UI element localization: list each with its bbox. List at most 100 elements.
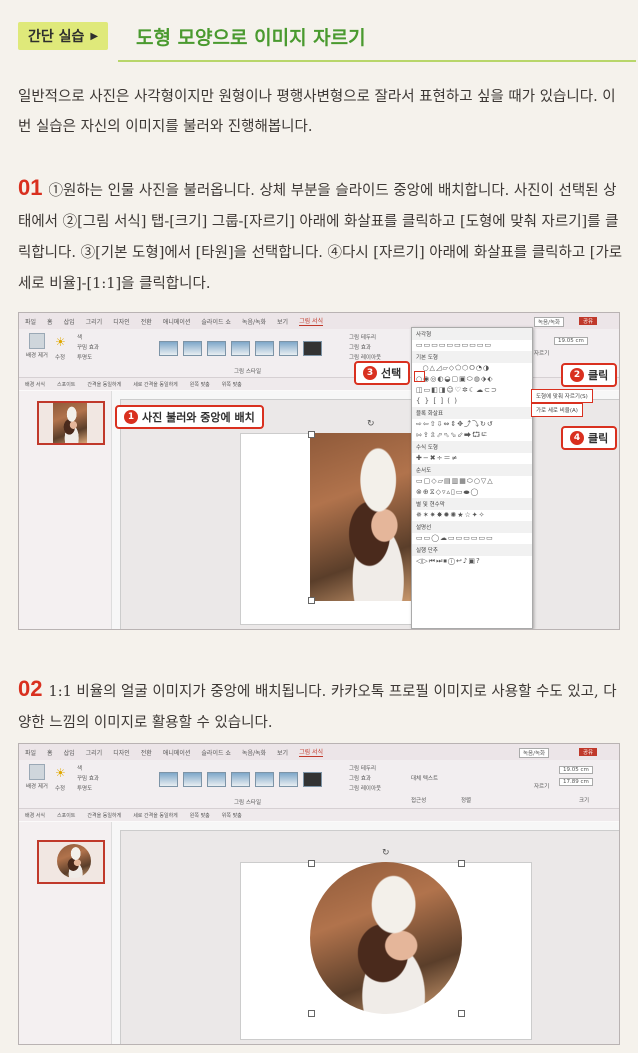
layout-button[interactable]: 그림 레이아웃 — [349, 353, 381, 361]
shape-row[interactable]: ▭▭◯☁▭▭▭▭▭▭ — [412, 533, 532, 544]
sun-icon[interactable]: ☀ — [55, 335, 66, 349]
eyedropper-button[interactable]: 스포이트 — [57, 812, 75, 819]
bg-format-button[interactable]: 배경 서식 — [25, 812, 45, 819]
resize-handle[interactable] — [308, 431, 315, 438]
style-thumb[interactable] — [207, 772, 226, 787]
alt-text-button[interactable]: 대체 텍스트 — [411, 774, 438, 782]
border-button[interactable]: 그림 테두리 — [349, 764, 376, 772]
style-thumb[interactable] — [159, 772, 178, 787]
tab-record[interactable]: 녹음/녹화 — [242, 748, 266, 757]
distribute-h-button[interactable]: 간격을 동일하게 — [87, 812, 121, 819]
style-thumb[interactable] — [255, 772, 274, 787]
align-left-button[interactable]: 왼쪽 맞춤 — [190, 381, 210, 388]
tab-record[interactable]: 녹음/녹화 — [242, 317, 266, 326]
share-button[interactable]: 공유 — [579, 748, 598, 756]
height-field[interactable]: 19.05 cm — [554, 337, 588, 345]
tab-file[interactable]: 파일 — [25, 317, 36, 326]
width-field[interactable]: 17.89 cm — [559, 778, 593, 786]
tab-design[interactable]: 디자인 — [113, 317, 130, 326]
crop-label[interactable]: 자르기 — [534, 782, 549, 790]
style-thumb[interactable] — [231, 341, 250, 356]
style-thumb[interactable] — [303, 341, 322, 356]
style-thumb[interactable] — [183, 341, 202, 356]
tab-slideshow[interactable]: 슬라이드 쇼 — [201, 317, 231, 326]
bg-format-button[interactable]: 배경 서식 — [25, 381, 45, 388]
color-button[interactable]: 색 — [77, 764, 82, 772]
resize-handle[interactable] — [458, 1010, 465, 1017]
shape-row[interactable]: ⇰⇪⇫⬀⬁⬂⬃⮕⮔⮓ — [412, 430, 532, 441]
align-top-button[interactable]: 위쪽 맞춤 — [222, 812, 242, 819]
tab-animation[interactable]: 애니메이션 — [163, 748, 191, 757]
ellipse-shape-selected[interactable] — [414, 371, 425, 382]
shape-row[interactable]: ▭▢◇▱▤▥▦⬭○▽△ — [412, 476, 532, 487]
style-thumb[interactable] — [303, 772, 322, 787]
record-button[interactable]: 녹음/녹화 — [534, 317, 565, 327]
slide-thumbnail[interactable] — [37, 401, 105, 445]
shape-row[interactable]: ✚−✖÷＝≠ — [412, 453, 532, 464]
style-thumb[interactable] — [183, 772, 202, 787]
tab-home[interactable]: 홈 — [47, 317, 53, 326]
shape-row[interactable]: ◫▭◧◨☺♡✲☾☁⊂⊃ — [412, 385, 532, 396]
slide-thumbnail[interactable] — [37, 840, 105, 884]
tab-insert[interactable]: 삽입 — [64, 748, 75, 757]
tab-view[interactable]: 보기 — [277, 317, 288, 326]
tab-home[interactable]: 홈 — [47, 748, 53, 757]
shape-row[interactable]: ✵✶✷✸✹✺★☆✦✧ — [412, 510, 532, 521]
resize-handle[interactable] — [308, 1010, 315, 1017]
eyedropper-button[interactable]: 스포이트 — [57, 381, 75, 388]
tab-view[interactable]: 보기 — [277, 748, 288, 757]
rotate-handle-icon[interactable]: ↻ — [382, 848, 390, 858]
tab-file[interactable]: 파일 — [25, 748, 36, 757]
tab-draw[interactable]: 그리기 — [86, 317, 103, 326]
resize-handle[interactable] — [308, 860, 315, 867]
height-field[interactable]: 19.05 cm — [559, 766, 593, 774]
tab-draw[interactable]: 그리기 — [86, 748, 103, 757]
tab-picture-format[interactable]: 그림 서식 — [299, 747, 324, 757]
record-button[interactable]: 녹음/녹화 — [519, 748, 550, 758]
align-left-button[interactable]: 왼쪽 맞춤 — [190, 812, 210, 819]
style-thumb[interactable] — [159, 341, 178, 356]
transparency-button[interactable]: 투명도 — [77, 784, 92, 792]
align-top-button[interactable]: 위쪽 맞춤 — [222, 381, 242, 388]
bg-remove-icon[interactable] — [29, 333, 45, 349]
art-effect-button[interactable]: 꾸밈 효과 — [77, 343, 99, 351]
shape-row[interactable]: ⊗⊕⧖◇▿▵▯▭⬬◯ — [412, 487, 532, 498]
tab-animation[interactable]: 애니메이션 — [163, 317, 191, 326]
resize-handle[interactable] — [308, 597, 315, 604]
style-thumb[interactable] — [207, 341, 226, 356]
transparency-button[interactable]: 투명도 — [77, 353, 92, 361]
tab-insert[interactable]: 삽입 — [64, 317, 75, 326]
shape-row[interactable]: ⇨⇦⇧⇩⇔⇕✥⤴⤵↻↺ — [412, 419, 532, 430]
border-button[interactable]: 그림 테두리 — [349, 333, 376, 341]
style-thumb[interactable] — [279, 341, 298, 356]
style-thumb[interactable] — [255, 341, 274, 356]
menu-crop-to-shape[interactable]: 도형에 맞춰 자르기(S) — [531, 389, 593, 403]
crop-label[interactable]: 자르기 — [534, 349, 549, 357]
tab-transition[interactable]: 전환 — [141, 748, 152, 757]
style-thumb[interactable] — [231, 772, 250, 787]
style-thumb[interactable] — [279, 772, 298, 787]
distribute-v-button[interactable]: 세로 간격을 동일하게 — [133, 381, 178, 388]
shape-row[interactable]: ○△◿▱◇⬠⬡⭘◔◑ — [412, 363, 532, 374]
tab-transition[interactable]: 전환 — [141, 317, 152, 326]
circular-portrait-photo[interactable] — [310, 862, 462, 1014]
art-effect-button[interactable]: 꾸밈 효과 — [77, 774, 99, 782]
share-button[interactable]: 공유 — [579, 317, 598, 325]
tab-slideshow[interactable]: 슬라이드 쇼 — [201, 748, 231, 757]
layout-button[interactable]: 그림 레이아웃 — [349, 784, 381, 792]
shape-row[interactable]: ▭▭▭▭▭▭▭▭▭▭ — [412, 340, 532, 351]
effect-button[interactable]: 그림 효과 — [349, 774, 371, 782]
shape-row[interactable]: { } [ ] ( ) — [412, 396, 532, 407]
resize-handle[interactable] — [458, 860, 465, 867]
rotate-handle-icon[interactable]: ↻ — [367, 419, 375, 429]
bg-remove-icon[interactable] — [29, 764, 45, 780]
menu-aspect-ratio[interactable]: 가로 세로 비율(A) — [531, 403, 583, 417]
tab-picture-format[interactable]: 그림 서식 — [299, 316, 324, 326]
distribute-h-button[interactable]: 간격을 동일하게 — [87, 381, 121, 388]
distribute-v-button[interactable]: 세로 간격을 동일하게 — [133, 812, 178, 819]
color-button[interactable]: 색 — [77, 333, 82, 341]
effect-button[interactable]: 그림 효과 — [349, 343, 371, 351]
shape-row[interactable]: ◁▷⏮⏭⏹ⓘ↩♪▣? — [412, 556, 532, 567]
shape-row[interactable]: ○◉◎◐◒▢▣⬭◍⬗⬖ — [412, 374, 532, 385]
tab-design[interactable]: 디자인 — [113, 748, 130, 757]
